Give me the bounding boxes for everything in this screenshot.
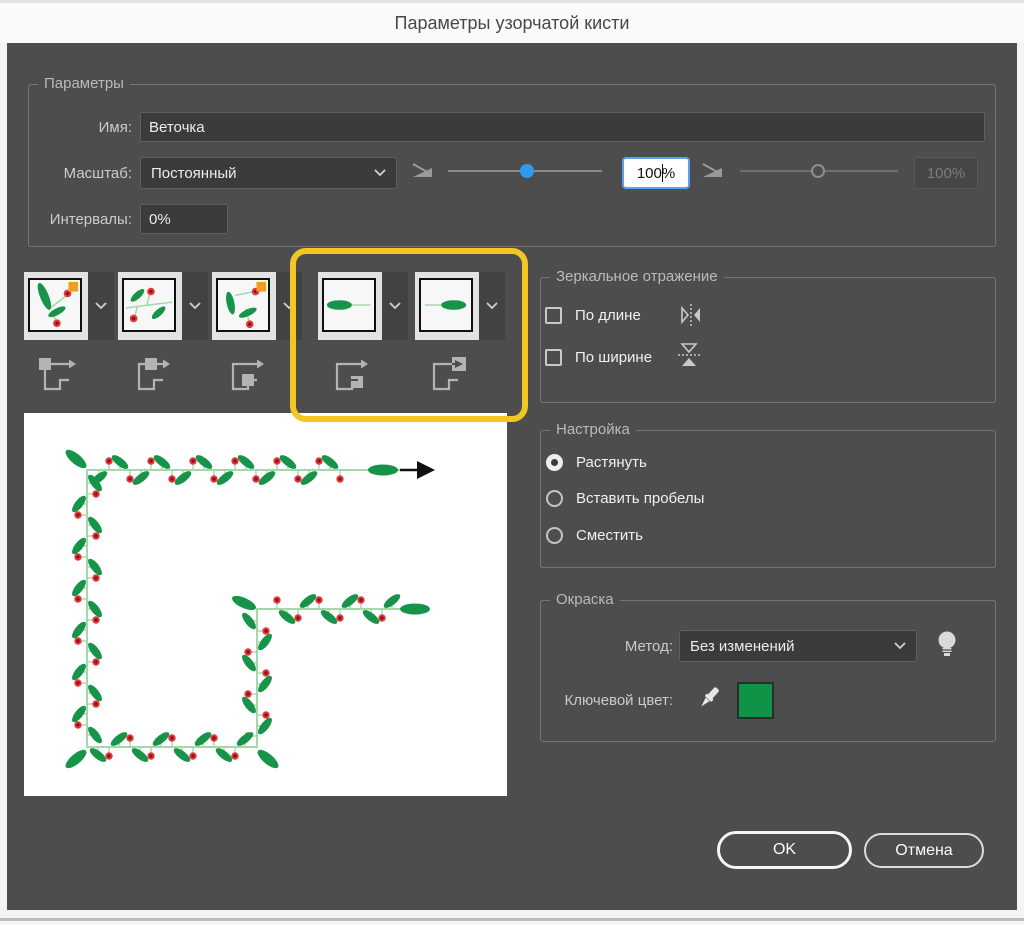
dialog-title: Параметры узорчатой кисти	[395, 13, 630, 34]
text-caret	[662, 164, 663, 182]
ok-button-label: OK	[773, 841, 796, 859]
end-tile-thumbnail	[421, 280, 471, 330]
options-legend: Параметры	[38, 76, 130, 92]
screen: Параметры узорчатой кисти Параметры Имя:…	[0, 0, 1024, 925]
colorization-legend: Окраска	[550, 592, 620, 608]
scale-value-field[interactable]: 100%	[622, 157, 690, 189]
cancel-button[interactable]: Отмена	[864, 833, 984, 868]
name-input[interactable]	[140, 112, 985, 142]
start-tile-thumbnail	[324, 280, 374, 330]
outer-corner-tile-thumbnail	[30, 280, 80, 330]
brush-preview	[24, 413, 507, 796]
brush-preview-art	[24, 413, 507, 796]
variation-value-text: 100%	[927, 165, 965, 182]
chevron-down-icon	[486, 302, 498, 310]
chevron-down-icon	[283, 302, 295, 310]
radio-option-add-space[interactable]	[546, 490, 563, 507]
chevron-down-icon	[374, 169, 386, 177]
cancel-button-label: Отмена	[895, 842, 952, 860]
eyedropper-icon[interactable]	[695, 683, 723, 715]
pen-pressure-icon-disabled	[700, 160, 726, 182]
spacing-input[interactable]	[140, 204, 228, 234]
flip-along-checkbox[interactable]	[545, 307, 562, 324]
inner-corner-position-icon	[226, 352, 270, 396]
start-position-icon	[330, 352, 374, 396]
pen-pressure-icon[interactable]	[410, 160, 436, 182]
tile-menu-chevron[interactable]	[182, 272, 208, 340]
variation-slider-handle	[811, 164, 825, 178]
radio-option-shift[interactable]	[546, 527, 563, 544]
scale-dropdown-value: Постоянный	[151, 165, 237, 182]
radio-option-stretch-label: Растянуть	[576, 454, 647, 471]
dialog-titlebar[interactable]: Параметры узорчатой кисти	[0, 0, 1024, 43]
tile-menu-chevron[interactable]	[382, 272, 408, 340]
tile-menu-chevron[interactable]	[479, 272, 505, 340]
radio-option-stretch[interactable]	[546, 454, 563, 471]
scale-label: Масштаб:	[12, 165, 132, 182]
side-tile-thumbnail	[124, 280, 174, 330]
flip-across-icon	[675, 340, 703, 370]
name-label: Имя:	[12, 119, 132, 136]
flip-legend: Зеркальное отражение	[550, 269, 724, 285]
chevron-down-icon	[389, 302, 401, 310]
chevron-down-icon	[189, 302, 201, 310]
key-color-swatch[interactable]	[737, 682, 774, 719]
flip-fieldset	[540, 277, 996, 403]
scale-slider-handle[interactable]	[520, 164, 534, 178]
radio-option-add-space-label: Вставить пробелы	[576, 490, 704, 507]
end-position-icon	[427, 352, 471, 396]
key-color-label: Ключевой цвет:	[523, 692, 673, 709]
outer-corner-position-icon	[38, 352, 82, 396]
chevron-down-icon	[894, 642, 906, 650]
flip-across-checkbox[interactable]	[545, 349, 562, 366]
side-position-icon	[132, 352, 176, 396]
radio-option-shift-label: Сместить	[576, 527, 643, 544]
scale-dropdown[interactable]: Постоянный	[140, 157, 397, 189]
chevron-down-icon	[95, 302, 107, 310]
variation-value-field: 100%	[914, 157, 978, 189]
flip-across-label: По ширине	[575, 349, 652, 366]
tile-menu-chevron[interactable]	[88, 272, 114, 340]
fit-legend: Настройка	[550, 422, 636, 438]
colorization-tips-lightbulb-icon[interactable]	[936, 629, 958, 661]
method-dropdown[interactable]: Без изменений	[679, 630, 917, 662]
radio-dot	[551, 459, 558, 466]
pattern-brush-options-dialog: Параметры Имя: Масштаб: Постоянный 100% …	[7, 43, 1017, 910]
inner-corner-tile-thumbnail	[218, 280, 268, 330]
flip-along-icon	[678, 301, 704, 329]
tile-menu-chevron[interactable]	[276, 272, 302, 340]
colorization-fieldset	[540, 600, 996, 742]
ok-button[interactable]: OK	[717, 831, 852, 869]
flip-along-label: По длине	[575, 307, 641, 324]
method-label: Метод:	[523, 638, 673, 655]
method-dropdown-value: Без изменений	[690, 638, 794, 655]
spacing-label: Интервалы:	[12, 211, 132, 228]
scale-value-text: 100%	[637, 165, 675, 182]
window-bottom-edge	[0, 918, 1024, 921]
